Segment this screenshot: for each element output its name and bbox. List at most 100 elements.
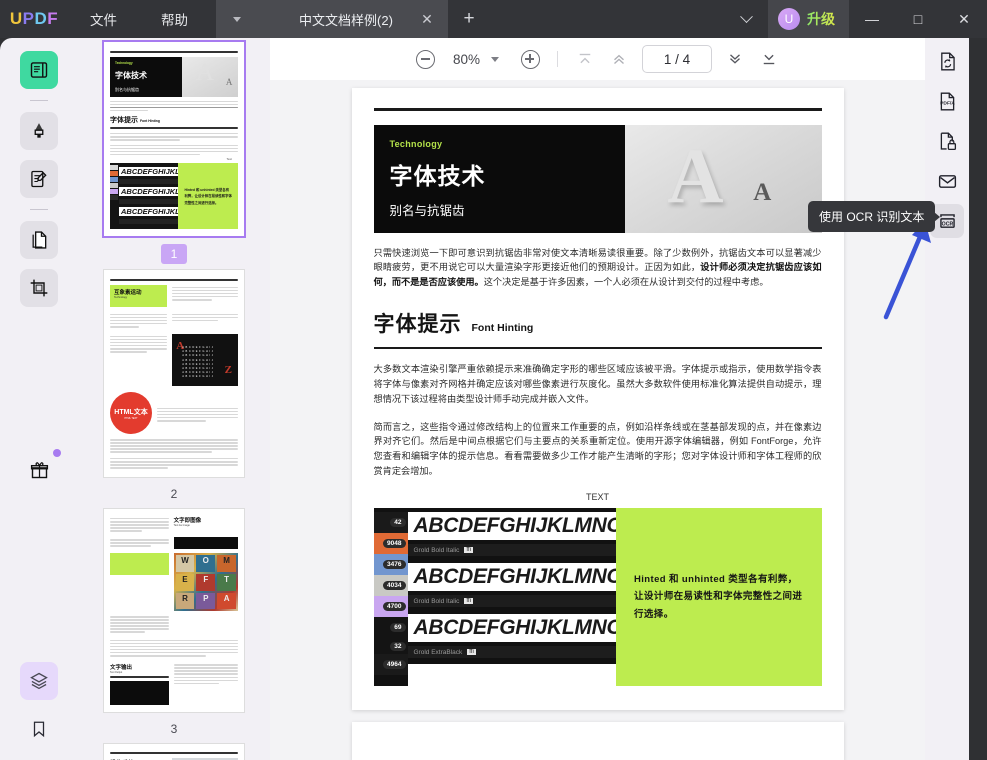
figure-spec-label: Grold Bold Italic ffi <box>407 544 616 557</box>
swatch-value: 32 <box>390 641 406 651</box>
ocr-tooltip: 使用 OCR 识别文本 <box>808 201 936 232</box>
tab-strip: 中文文档样例(2) ✕ + <box>216 0 490 38</box>
sidebar-item-layers[interactable] <box>20 662 58 700</box>
protect-pdf-button[interactable] <box>930 124 964 158</box>
hero-image: A A <box>625 124 822 233</box>
figure-spec-row: ABCDEFGHIJKLMNO <box>407 563 616 592</box>
email-pdf-button[interactable] <box>930 164 964 198</box>
upgrade-label: 升级 <box>807 11 835 27</box>
ligature-badge: ffi <box>464 598 473 605</box>
sidebar-item-highlighter[interactable] <box>20 112 58 150</box>
swatch-value: 4700 <box>383 602 406 612</box>
new-tab-button[interactable]: + <box>448 0 490 38</box>
thumbnail-page-2[interactable]: 互象素运动 Technology A Z ABCDEFGHIJ ABCDEFGH… <box>104 270 244 478</box>
window-right-edge <box>969 38 987 760</box>
figure-note-text: Hinted 和 unhinted 类型各有利弊，让设计师在易读性和字体完整性之… <box>634 573 803 620</box>
first-page-button[interactable] <box>568 44 602 74</box>
previous-page-icon <box>614 54 624 64</box>
thumbnail-item[interactable]: Technology 字体技术 别名与抗锯齿 A A 字体提示 Font Hin… <box>78 42 270 265</box>
svg-text:PDF/A: PDF/A <box>940 100 955 106</box>
document-tab-label: 中文文档样例(2) <box>299 12 393 28</box>
sidebar-item-gift[interactable] <box>20 449 61 489</box>
maximize-button[interactable]: □ <box>895 0 941 38</box>
pdf-page-2-top <box>351 722 844 760</box>
figure-spec-row: ABCDEFGHIJKLMNO <box>407 512 616 541</box>
zoom-out-button[interactable] <box>409 44 443 74</box>
sidebar-item-reader[interactable] <box>20 51 58 89</box>
zoom-out-icon <box>416 49 436 69</box>
page-indicator[interactable]: 1 / 4 <box>642 45 713 73</box>
section-heading: 字体提示 Font Hinting <box>374 308 822 338</box>
figure-spec-label: Grold ExtraBlack ffi <box>407 646 616 659</box>
highlighter-icon <box>34 123 44 138</box>
sidebar-item-annotate[interactable] <box>20 160 58 198</box>
more-options-button[interactable] <box>724 0 768 38</box>
menu-help[interactable]: 帮助 <box>139 0 210 38</box>
hero-banner: Technology 字体技术 别名与抗锯齿 A A <box>373 124 822 233</box>
swatch-value: 3476 <box>383 560 406 570</box>
avatar: U <box>778 8 800 30</box>
figure-spec-row: ABCDEFGHIJKLMNO <box>407 614 617 643</box>
last-page-button[interactable] <box>752 44 786 74</box>
sidebar-item-crop[interactable] <box>20 269 58 307</box>
figure-font-name: Grold ExtraBlack <box>413 648 463 656</box>
swatch-value: 69 <box>390 623 406 633</box>
hero-title: 字体技术 <box>389 163 486 189</box>
thumbnail-panel[interactable]: Technology 字体技术 别名与抗锯齿 A A 字体提示 Font Hin… <box>78 38 270 760</box>
logo-letter-d: D <box>34 9 48 28</box>
swatch-value: 4034 <box>383 581 406 591</box>
thumbnail-item[interactable]: 文字即图像 Text As Image WOM EFT R P A 文字输出 T… <box>78 509 270 737</box>
convert-pdf-button[interactable] <box>930 44 964 78</box>
crop-page-icon <box>30 279 48 297</box>
sidebar-item-bookmark[interactable] <box>20 710 58 748</box>
zoom-in-button[interactable] <box>513 44 547 74</box>
thumbnail-page-1[interactable]: Technology 字体技术 别名与抗锯齿 A A 字体提示 Font Hin… <box>104 42 244 237</box>
close-icon[interactable]: ✕ <box>418 11 436 28</box>
ligature-badge: ffi <box>467 649 476 656</box>
figure-font-name: Grold Bold Italic <box>413 546 460 554</box>
menu-file[interactable]: 文件 <box>68 0 139 38</box>
next-page-button[interactable] <box>718 44 752 74</box>
paragraph-2: 大多数文本渲染引擎严重依赖提示来准确确定字形的哪些区域应该被平滑。字体提示或指示… <box>373 363 822 404</box>
thumbnail-page-3[interactable]: 文字即图像 Text As Image WOM EFT R P A 文字输出 T… <box>104 509 244 712</box>
rail-divider-2 <box>30 209 48 210</box>
logo-letter-f: F <box>47 9 59 28</box>
thumbnail-number: 3 <box>170 721 178 736</box>
minimize-button[interactable]: — <box>849 0 895 38</box>
pdf-page-1: Technology 字体技术 别名与抗锯齿 A A 只需快速浏览一下即可意识到… <box>351 88 844 711</box>
window-close-button[interactable]: ✕ <box>941 0 987 38</box>
figure-note-panel: Hinted 和 unhinted 类型各有利弊，让设计师在易读性和字体完整性之… <box>616 508 822 687</box>
gift-icon <box>30 461 48 478</box>
logo-letter-u: U <box>9 9 23 28</box>
hero-text-block: Technology 字体技术 别名与抗锯齿 <box>373 124 626 233</box>
hero-kicker: Technology <box>389 138 443 149</box>
figure-font-name: Grold Bold Italic <box>413 597 460 605</box>
figure-specimen-text: ABCDEFGHIJKLMNO <box>413 616 617 640</box>
thumbnail-item[interactable]: 操作系统 Operating System <box>78 743 270 760</box>
thumbnail-page-4[interactable]: 操作系统 Operating System <box>104 743 244 760</box>
right-toolbar: PDF/A OCR <box>925 38 969 760</box>
chevron-down-icon[interactable] <box>491 56 500 62</box>
layers-icon <box>30 672 48 690</box>
previous-page-button[interactable] <box>602 44 636 74</box>
next-page-icon <box>730 54 740 64</box>
swatch-value: 42 <box>390 518 406 528</box>
thumbnail-item[interactable]: 互象素运动 Technology A Z ABCDEFGHIJ ABCDEFGH… <box>78 270 270 503</box>
convert-pdf-icon <box>940 52 955 70</box>
pdfa-button[interactable]: PDF/A <box>930 84 964 118</box>
updf-logo: UPDF <box>0 0 68 38</box>
organize-pages-icon <box>32 231 47 249</box>
upgrade-button[interactable]: U 升级 <box>768 0 849 38</box>
bookmark-icon <box>33 721 45 738</box>
swatch-value: 4964 <box>383 660 406 670</box>
document-tab[interactable]: 中文文档样例(2) ✕ <box>258 0 448 38</box>
titlebar-right-group: U 升级 — □ ✕ <box>724 0 987 38</box>
left-toolbar <box>0 38 78 760</box>
sidebar-item-organize-pages[interactable] <box>20 221 58 259</box>
paragraph-1-part-c: 这个决定是基于许多因素，一个人必须在从设计到交付的过程中考虑。 <box>483 277 769 288</box>
document-viewport[interactable]: Technology 字体技术 别名与抗锯齿 A A 只需快速浏览一下即可意识到… <box>270 80 925 760</box>
gift-badge-dot <box>53 449 61 457</box>
tab-list-dropdown[interactable] <box>216 0 258 38</box>
zoom-level-value[interactable]: 80% <box>443 52 484 67</box>
updf-window: UPDF 文件 帮助 中文文档样例(2) ✕ + U 升级 — □ ✕ Tech… <box>0 0 987 760</box>
